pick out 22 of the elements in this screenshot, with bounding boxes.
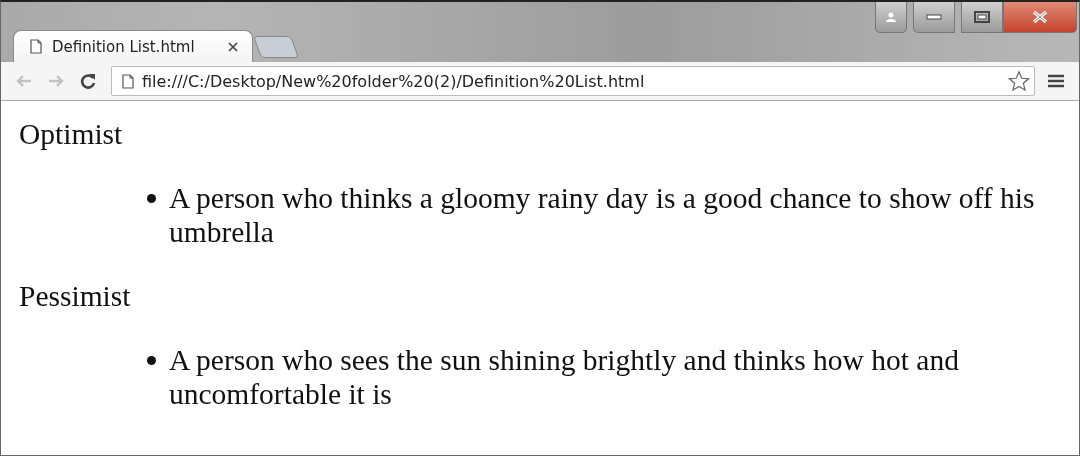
bullet-icon <box>147 356 156 365</box>
definition-term: Pessimist <box>19 279 132 313</box>
maximize-button[interactable] <box>961 2 1003 33</box>
close-button[interactable] <box>1003 2 1077 33</box>
maximize-icon <box>974 11 990 23</box>
profile-button[interactable] <box>875 2 907 33</box>
star-icon[interactable] <box>1008 70 1030 92</box>
new-tab-button[interactable] <box>253 36 299 58</box>
minimize-button[interactable] <box>913 2 955 33</box>
close-icon <box>1031 10 1049 24</box>
person-icon <box>885 12 897 22</box>
bullet-icon <box>147 194 156 203</box>
page-icon <box>122 73 134 89</box>
definition-term: Optimist <box>19 117 124 151</box>
address-bar[interactable]: file:///C:/Desktop/New%20folder%20(2)/Definition%20List.html <box>111 66 1035 96</box>
minimize-icon <box>926 14 942 20</box>
browser-tab[interactable]: Definition List.html <box>13 30 253 62</box>
close-icon[interactable] <box>228 41 238 52</box>
page-icon <box>30 39 42 54</box>
reload-icon <box>79 72 97 90</box>
definition-text: A person who thinks a gloomy rainy day is a good chance to show off his umbrella <box>169 181 1036 249</box>
definition-text: A person who sees the sun shining brightly and thinks how hot and uncomfortable it is <box>169 343 960 411</box>
